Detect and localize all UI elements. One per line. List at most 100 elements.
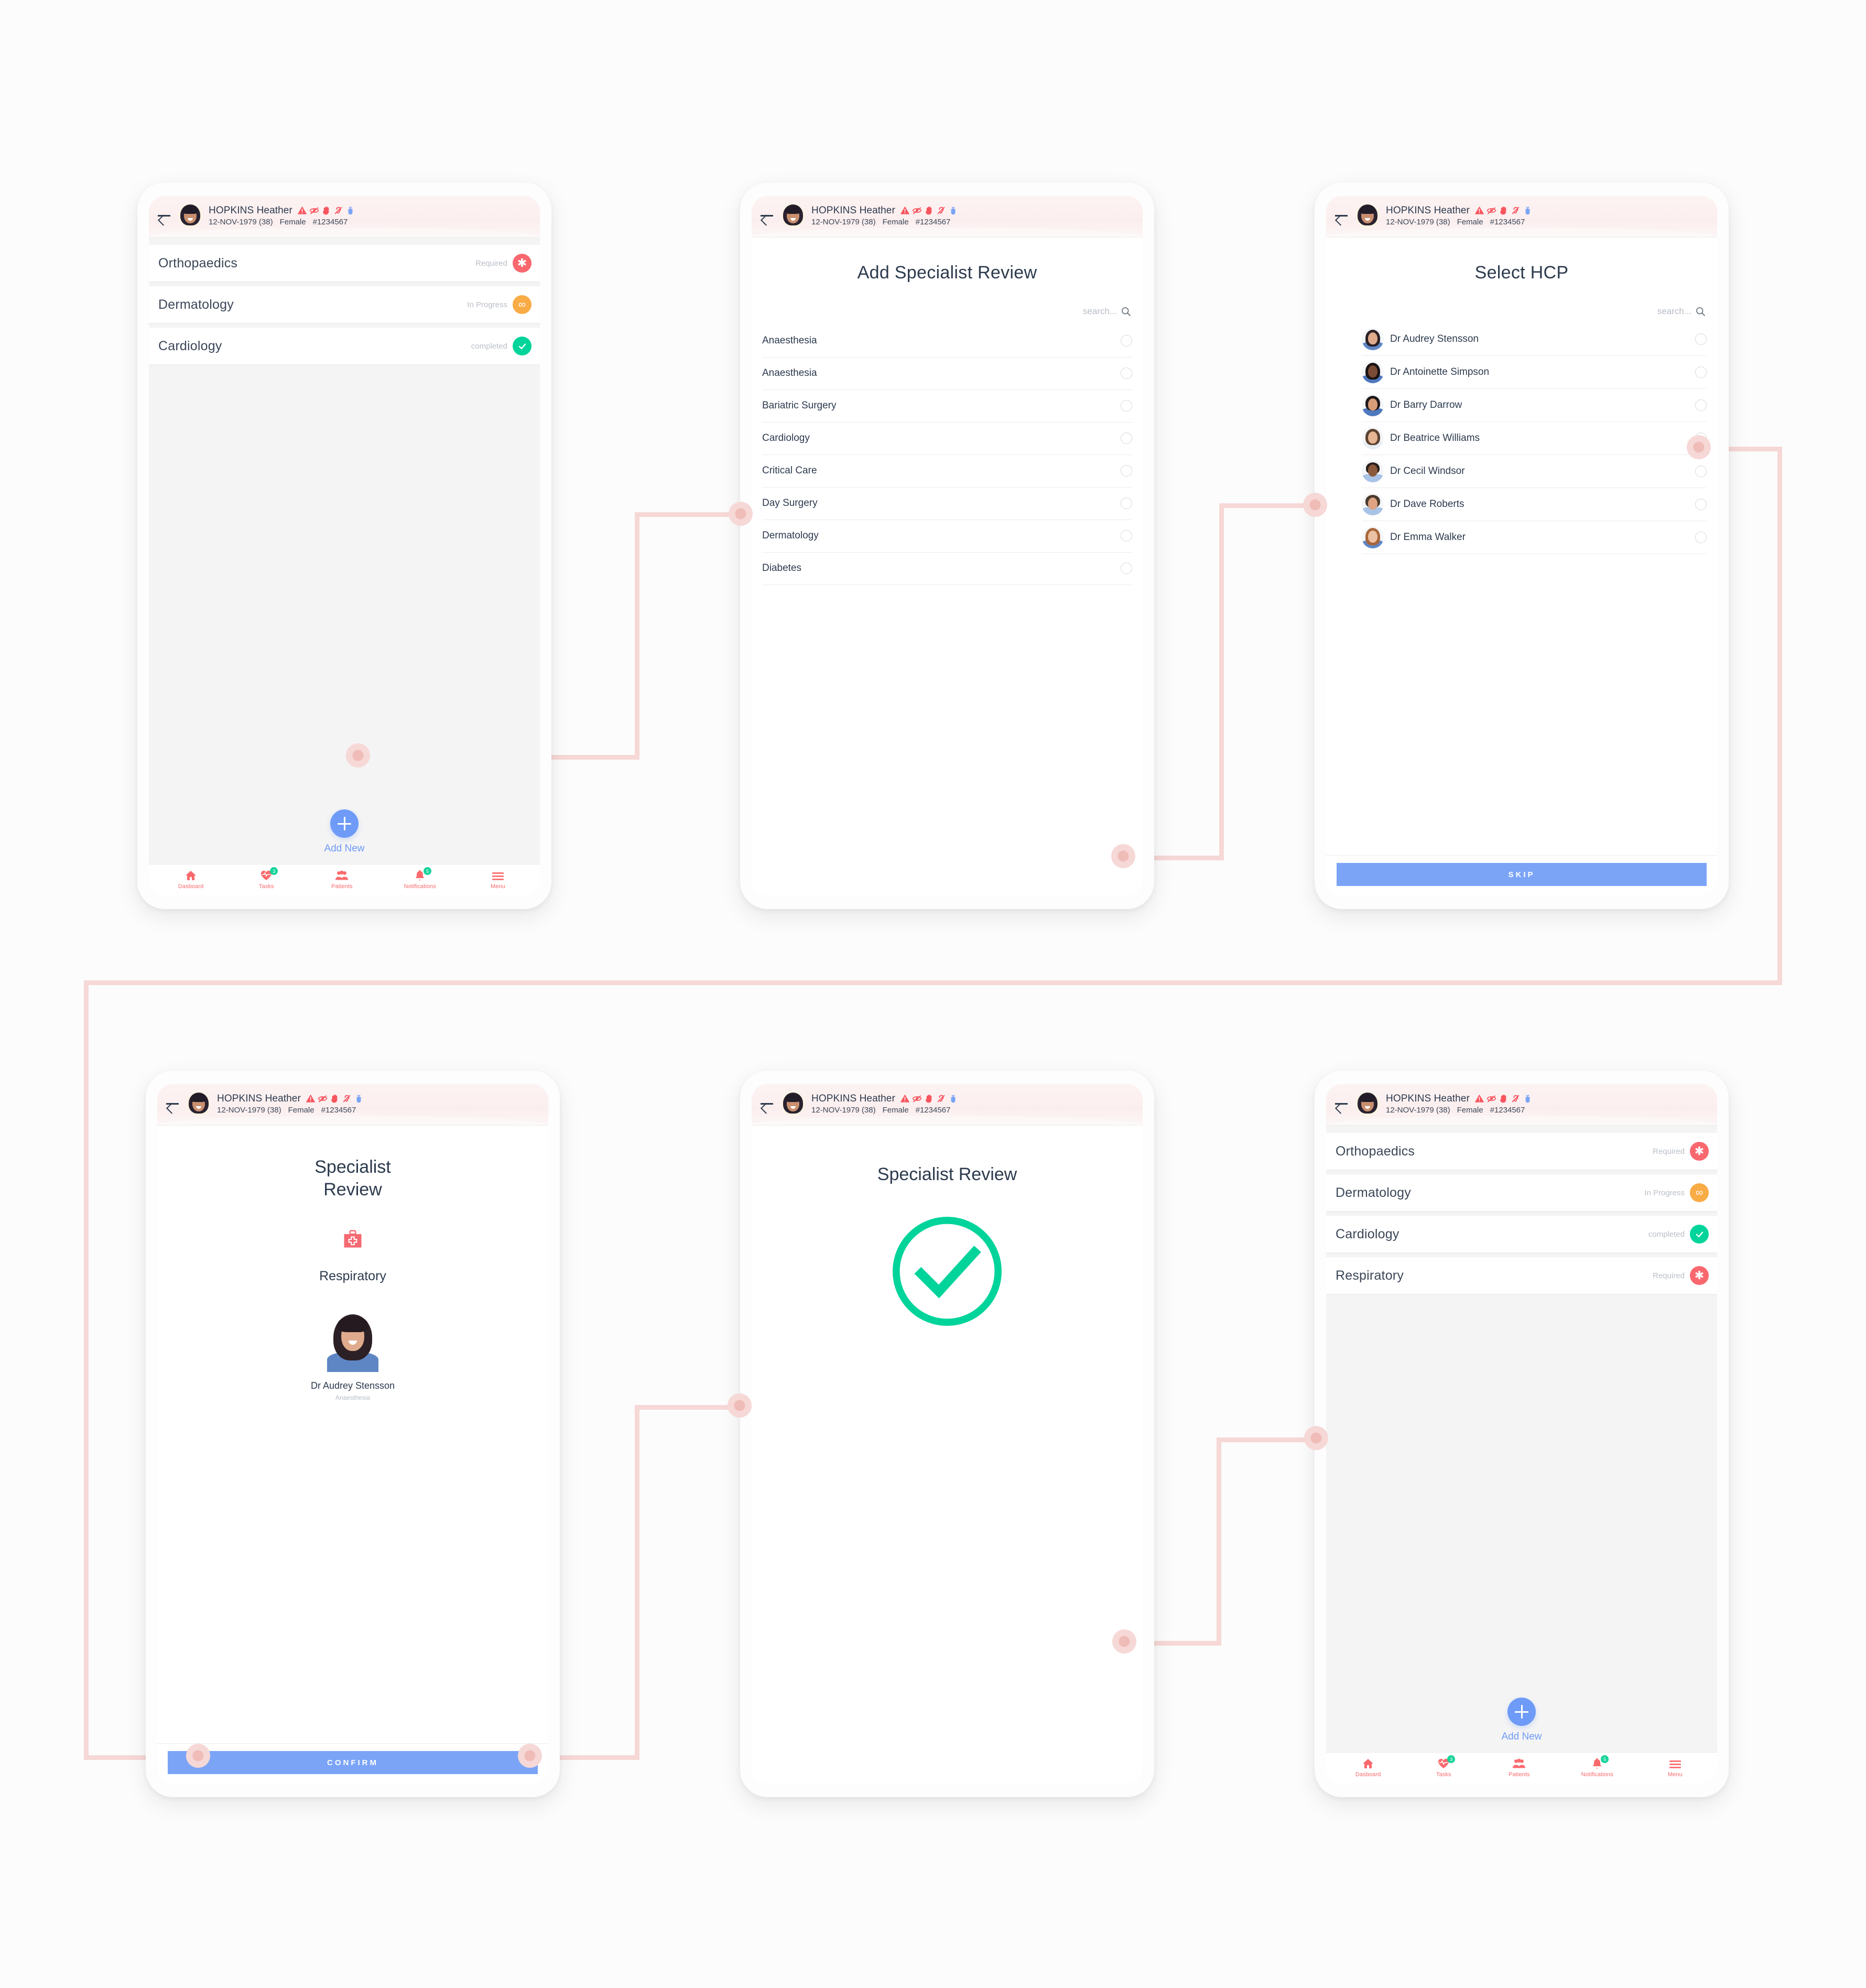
- nav-item-patients[interactable]: Patients: [328, 869, 355, 890]
- specialty-status: Required: [475, 258, 507, 268]
- search-icon[interactable]: [1121, 306, 1131, 317]
- option-label: Dermatology: [762, 530, 819, 541]
- list-item[interactable]: Cardiology: [762, 423, 1132, 455]
- nav-item-tasks[interactable]: 3 Tasks: [1430, 1755, 1457, 1778]
- radio-icon[interactable]: [1121, 498, 1132, 509]
- back-icon[interactable]: [165, 1096, 180, 1111]
- table-row[interactable]: Orthopaedics Required ✱: [1326, 1133, 1717, 1170]
- patient-name: HOPKINS Heather: [811, 1093, 895, 1104]
- warning-triangle-icon: [306, 1094, 316, 1103]
- table-row[interactable]: Orthopaedics Required ✱: [149, 245, 540, 282]
- list-item[interactable]: Diabetes: [762, 553, 1132, 585]
- nav-item-patients[interactable]: Patients: [1505, 1757, 1533, 1778]
- radio-icon[interactable]: [1121, 368, 1132, 379]
- nav-item-menu[interactable]: Menu: [1662, 1757, 1689, 1778]
- patient-subline: 12-NOV-1979 (38) Female #1234567: [217, 1106, 364, 1115]
- table-row[interactable]: Cardiology completed: [1326, 1216, 1717, 1252]
- radio-icon[interactable]: [1695, 465, 1707, 477]
- add-new-button[interactable]: [1507, 1698, 1536, 1726]
- radio-icon[interactable]: [1695, 498, 1707, 510]
- skip-button[interactable]: SKIP: [1337, 863, 1707, 886]
- patient-subline: 12-NOV-1979 (38) Female #1234567: [811, 218, 958, 226]
- back-icon[interactable]: [759, 208, 775, 223]
- radio-icon[interactable]: [1121, 433, 1132, 444]
- nav-item-tasks[interactable]: 3 Tasks: [253, 867, 280, 890]
- list-item[interactable]: Dr Cecil Windsor: [1362, 455, 1707, 488]
- radio-icon[interactable]: [1695, 366, 1707, 378]
- vision-impaired-icon: [1487, 1095, 1496, 1103]
- option-label: Bariatric Surgery: [762, 400, 837, 411]
- list-item[interactable]: Critical Care: [762, 455, 1132, 488]
- screen-add-specialist-review: HOPKINS Heather 12-NOV-1979 (38) Female …: [752, 196, 1143, 895]
- vision-impaired-icon: [1487, 207, 1496, 214]
- back-icon[interactable]: [1333, 208, 1349, 223]
- nav-item-dashboard[interactable]: Dasboard: [177, 869, 204, 890]
- list-item[interactable]: Dermatology: [762, 520, 1132, 553]
- list-item[interactable]: Bariatric Surgery: [762, 390, 1132, 423]
- search-icon[interactable]: [1695, 306, 1706, 317]
- back-icon[interactable]: [156, 208, 172, 223]
- radio-icon[interactable]: [1695, 531, 1707, 543]
- option-label: Anaesthesia: [762, 368, 817, 379]
- radio-icon[interactable]: [1121, 465, 1132, 477]
- hearing-impaired-icon: [1512, 1095, 1520, 1103]
- vision-impaired-icon: [318, 1095, 328, 1103]
- heart-pulse-icon: 3: [259, 867, 278, 882]
- patient-meta: HOPKINS Heather 12-NOV-1979 (38) Female …: [811, 205, 958, 226]
- radio-icon[interactable]: [1695, 399, 1707, 411]
- list-item[interactable]: Dr Dave Roberts: [1362, 488, 1707, 521]
- phone-screen-2: HOPKINS Heather 12-NOV-1979 (38) Female …: [740, 182, 1154, 909]
- avatar: [327, 1313, 378, 1372]
- list-item[interactable]: Anaesthesia: [762, 325, 1132, 358]
- vision-impaired-icon: [309, 207, 319, 214]
- radio-icon[interactable]: [1121, 335, 1132, 347]
- radio-icon[interactable]: [1121, 563, 1132, 574]
- hcp-name: Dr Beatrice Williams: [1390, 432, 1480, 444]
- radio-icon[interactable]: [1121, 400, 1132, 412]
- patient-alert-icons: [306, 1094, 364, 1104]
- flow-canvas: HOPKINS Heather 12-NOV-1979 (38) Female …: [0, 0, 1866, 1988]
- search-input[interactable]: search...: [1326, 284, 1717, 317]
- add-new-button[interactable]: [330, 809, 359, 838]
- radio-icon[interactable]: [1121, 530, 1132, 542]
- nav-badge: 5: [1601, 1755, 1609, 1763]
- avatar: [1362, 427, 1384, 449]
- nav-item-menu[interactable]: Menu: [484, 869, 512, 890]
- option-label: Day Surgery: [762, 498, 818, 509]
- nav-item-notifications[interactable]: 5 Notifications: [1581, 1755, 1613, 1778]
- list-item[interactable]: Dr Emma Walker: [1362, 521, 1707, 554]
- nav-item-dashboard[interactable]: Dasboard: [1354, 1757, 1382, 1778]
- list-item[interactable]: Anaesthesia: [762, 358, 1132, 390]
- patient-meta: HOPKINS Heather 12-NOV-1979 (38) Female …: [811, 1093, 958, 1115]
- back-icon[interactable]: [759, 1096, 775, 1111]
- table-row[interactable]: Cardiology completed: [149, 328, 540, 364]
- table-row[interactable]: Dermatology In Progress ∞: [149, 286, 540, 323]
- nav-label: Notifications: [1581, 1771, 1613, 1778]
- patient-name: HOPKINS Heather: [1386, 1093, 1470, 1104]
- people-icon: [1512, 1757, 1526, 1770]
- nav-item-notifications[interactable]: 5 Notifications: [404, 867, 436, 890]
- confirm-button[interactable]: CONFIRM: [168, 1751, 538, 1774]
- list-item[interactable]: Day Surgery: [762, 488, 1132, 520]
- patient-header: HOPKINS Heather 12-NOV-1979 (38) Female …: [1326, 1084, 1717, 1126]
- connector-dot-6: [518, 1744, 542, 1768]
- table-row[interactable]: Respiratory Required ✱: [1326, 1257, 1717, 1294]
- allergy-hand-icon: [331, 1094, 338, 1103]
- specialty-list: Orthopaedics Required ✱ Dermatology In P…: [149, 237, 540, 798]
- specialty-status: completed: [471, 341, 507, 351]
- phone-screen-4: HOPKINS Heather 12-NOV-1979 (38) Female …: [146, 1071, 560, 1797]
- radio-icon[interactable]: [1695, 333, 1707, 345]
- search-input[interactable]: search...: [752, 284, 1143, 317]
- patient-dob: 12-NOV-1979 (38): [217, 1105, 281, 1115]
- list-item[interactable]: Dr Barry Darrow: [1362, 389, 1707, 422]
- table-row[interactable]: Dermatology In Progress ∞: [1326, 1174, 1717, 1211]
- list-item[interactable]: Dr Audrey Stensson: [1362, 323, 1707, 356]
- list-item[interactable]: Dr Antoinette Simpson: [1362, 356, 1707, 389]
- specialty-name: Orthopaedics: [1336, 1143, 1415, 1159]
- patient-mrn: #1234567: [915, 1105, 951, 1115]
- list-item[interactable]: Dr Beatrice Williams: [1362, 422, 1707, 455]
- status-badge-completed: [513, 337, 531, 355]
- review-specialty: Respiratory: [319, 1269, 386, 1283]
- specialty-list: Orthopaedics Required ✱ Dermatology In P…: [1326, 1126, 1717, 1686]
- back-icon[interactable]: [1333, 1096, 1349, 1111]
